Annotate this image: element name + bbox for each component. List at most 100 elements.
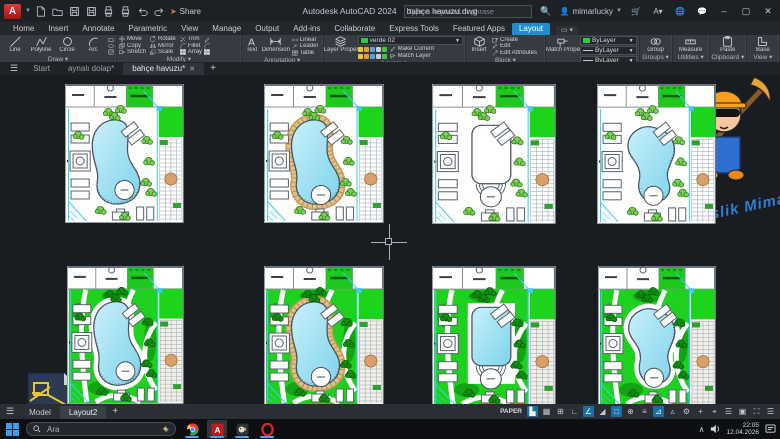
file-tab-aynalı-dolap-[interactable]: aynalı dolap* [59,63,123,75]
taskbar-app-pet-app[interactable] [232,420,252,438]
print-button[interactable] [120,5,132,17]
account-menu[interactable]: 👤 mimarlucky ▼ [560,7,622,16]
isodraft-icon[interactable]: ◢ [597,406,608,417]
edit-attributes-tool[interactable]: Edit Attributes [492,50,537,56]
model-paper-toggle-icon[interactable]: ▙ [527,406,538,417]
save-button[interactable] [86,5,98,17]
layout-menu-icon[interactable]: ☰ [0,406,20,418]
file-tab-bahçe-havuzu-[interactable]: bahçe havuzu*✕ [123,63,204,75]
dimension-tool[interactable]: Dimension [262,36,290,57]
ribbon-tab-manage[interactable]: Manage [205,23,248,35]
app-menu-caret-icon[interactable]: ▼ [25,8,31,14]
help-icon[interactable]: 🌐 [672,3,688,19]
garden-plan-kidney-deck-colored[interactable] [263,265,385,406]
object-snap-tracking-icon[interactable]: ⊕ [625,406,636,417]
ribbon-tab-parametric[interactable]: Parametric [121,23,174,35]
ortho-icon[interactable]: ∟ [569,406,580,417]
garden-plan-rect-line[interactable] [431,83,557,225]
drawing-canvas[interactable]: Pislik Mimar .dwg DOWNLOAD [0,75,780,404]
search-icon[interactable]: 🔍 [538,3,554,19]
array-extra-tool[interactable] [204,49,210,55]
file-tab-start[interactable]: Start [24,63,59,75]
notification-icon[interactable] [765,424,776,434]
panel-label-utilities[interactable]: Utilities ▾ [673,54,709,62]
object-color-dropdown[interactable]: ByLayer▼ [580,36,637,45]
paste-tool[interactable]: Paste [712,36,744,54]
graphics-performance-icon[interactable]: ▣ [737,406,748,417]
polyline-tool[interactable]: Polyline [28,36,54,56]
close-tab-icon[interactable]: ✕ [189,65,195,73]
table-tool[interactable]: Table [292,50,319,56]
undo-button[interactable] [137,5,149,17]
file-tab-menu-icon[interactable]: ☰ [4,63,24,75]
stretch-tool[interactable]: Stretch [119,49,146,55]
layer-properties-tool[interactable]: Layer Properties [326,36,356,60]
osnap-icon[interactable]: □ [611,406,622,417]
base-tool[interactable]: Base [749,36,777,54]
layer-dropdown[interactable]: verde 02▼ [358,36,463,45]
print-button[interactable] [103,5,115,17]
insert-tool[interactable]: Insert [468,36,490,57]
ribbon-tab-add-ins[interactable]: Add-ins [286,23,327,35]
annotation-monitor-icon[interactable]: + [695,406,706,417]
clean-screen-icon[interactable]: ⛶ [751,406,762,417]
help-search-input[interactable] [404,5,532,18]
share-button[interactable]: ➤ Share [170,7,201,16]
garden-plan-kidney-deck-line[interactable] [263,83,385,224]
taskbar-search[interactable]: ✦ [26,422,176,436]
layer-state-icons[interactable] [358,54,387,59]
ribbon-tab-output[interactable]: Output [248,23,286,35]
garden-plan-kidney-line[interactable] [64,83,185,224]
autodesk-a-icon[interactable]: A▾ [650,3,666,19]
measure-tool[interactable]: Measure [675,36,707,54]
lineweight-icon[interactable]: ≡ [639,406,650,417]
new-file-tab-button[interactable]: + [204,63,222,75]
new-layout-button[interactable]: + [106,406,124,418]
line-tool[interactable]: Line [2,36,28,56]
text-tool[interactable]: AText [244,36,260,57]
garden-plan-freeform-line[interactable] [596,83,717,225]
customize-icon[interactable]: ☰ [765,406,776,417]
ribbon-tab-featured-apps[interactable]: Featured Apps [446,23,512,35]
close-button[interactable]: ✕ [760,3,776,19]
autocad-app-icon[interactable]: A [4,4,21,19]
taskbar-search-input[interactable] [45,424,135,435]
tray-clock[interactable]: 22:05 12.04.2026 [726,422,759,436]
snap-mode-icon[interactable]: ⊞ [555,406,566,417]
units-icon[interactable]: ⌖ [709,406,720,417]
redo-button[interactable] [154,5,166,17]
copy-tool[interactable]: Copy [119,43,146,49]
maximize-button[interactable]: ▢ [738,3,754,19]
trim-tool[interactable]: Trim [180,36,202,42]
ribbon-display-options[interactable]: ▭ ▾ [556,26,578,35]
app-store-icon[interactable]: 🛒 [628,3,644,19]
match-properties-tool[interactable]: Match Properties [548,36,578,65]
ribbon-tab-layout[interactable]: Layout [512,23,550,35]
layer-state-icons[interactable] [358,47,387,52]
ribbon-tab-collaborate[interactable]: Collaborate [327,23,382,35]
ribbon-tab-view[interactable]: View [174,23,205,35]
layout-tab-model[interactable]: Model [20,406,60,419]
paper-space-label[interactable]: PAPER [500,408,522,415]
hatch-tool[interactable] [108,49,114,55]
arc-tool[interactable]: Arc [80,36,106,56]
quick-properties-icon[interactable]: ☰ [723,406,734,417]
volume-icon[interactable] [710,424,720,434]
taskbar-app-chrome[interactable] [182,420,202,438]
garden-plan-rect-colored[interactable] [431,265,557,407]
tray-expand-icon[interactable]: ∧ [699,425,705,434]
fillet-tool[interactable]: Fillet [180,43,202,49]
rotate-tool[interactable]: Rotate [150,36,176,42]
panel-label-groups[interactable]: Groups ▾ [640,54,672,62]
scale-tool[interactable]: Scale [150,49,176,55]
save-button[interactable] [69,5,81,17]
new-file-button[interactable] [35,5,47,17]
grid-icon[interactable]: ▦ [541,406,552,417]
taskbar-app-autocad[interactable]: A [207,420,227,438]
workspace-gear-icon[interactable]: ⚙ [681,406,692,417]
make-current-tool[interactable]: Make Current [390,46,434,52]
minimize-button[interactable]: – [716,3,732,19]
layout-tab-layout2[interactable]: Layout2 [60,406,106,419]
annotation-scale-icon[interactable]: ▵ [667,406,678,417]
taskbar-app-opera[interactable] [257,420,277,438]
